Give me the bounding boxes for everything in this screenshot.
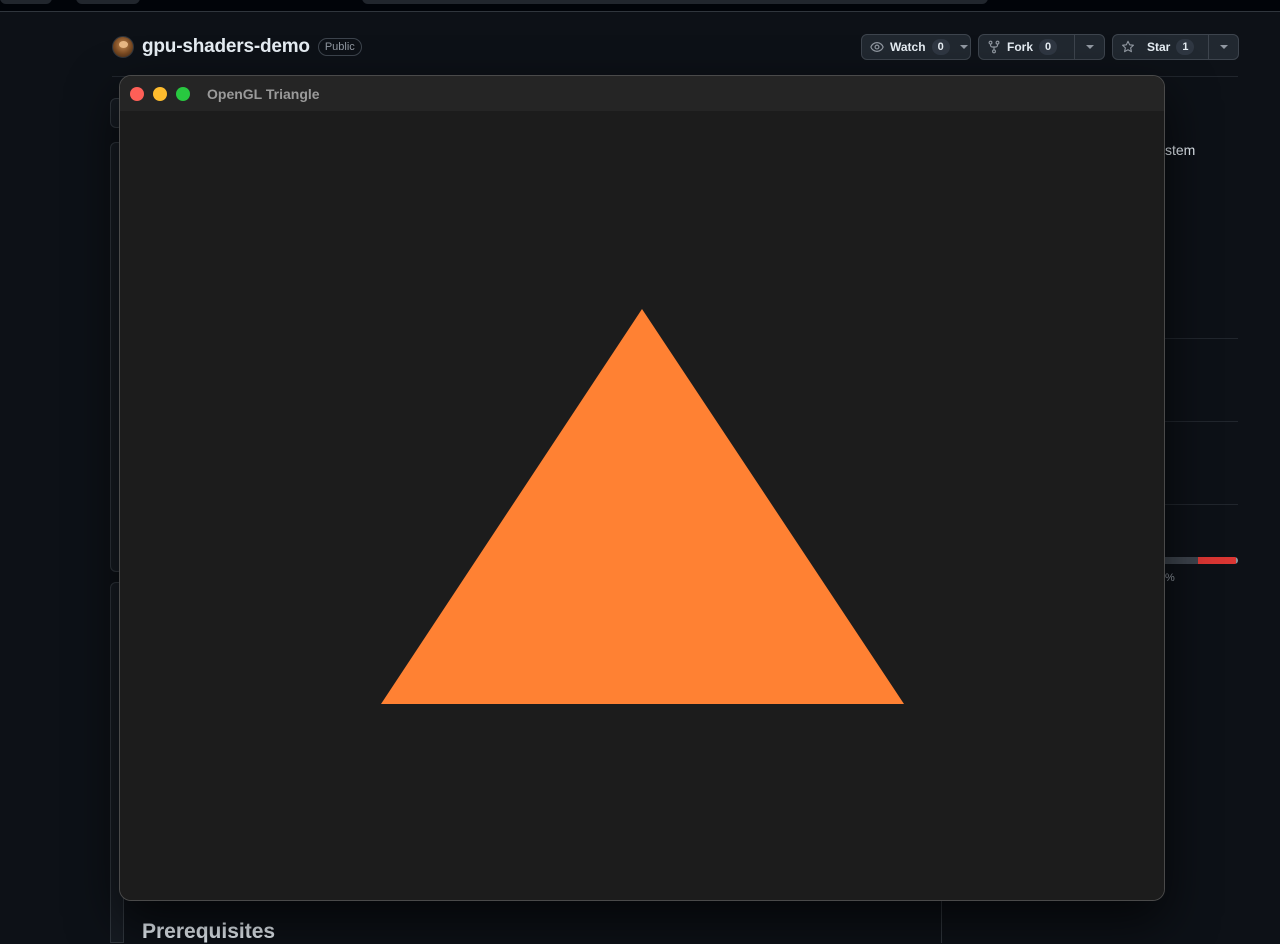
bg-readme-right-border xyxy=(941,900,942,943)
star-count: 1 xyxy=(1176,39,1195,55)
chevron-down-icon xyxy=(959,45,968,49)
fork-icon xyxy=(988,40,1000,54)
sidebar-divider xyxy=(1165,421,1238,422)
fork-count: 0 xyxy=(1039,39,1058,55)
sidebar-divider xyxy=(1165,504,1238,505)
star-dropdown[interactable] xyxy=(1208,35,1238,59)
repo-actions: Watch 0 xyxy=(861,34,971,60)
language-segment xyxy=(1165,557,1198,564)
about-text-fragment: stem xyxy=(1165,142,1196,158)
watch-button[interactable]: Watch 0 xyxy=(861,34,971,60)
chevron-down-icon xyxy=(1219,45,1228,49)
top-tab-fragment xyxy=(76,0,140,4)
close-window-button[interactable] xyxy=(130,86,144,101)
window-controls xyxy=(130,86,190,101)
fork-button[interactable]: Fork 0 xyxy=(979,35,1074,59)
window-title: OpenGL Triangle xyxy=(207,85,320,102)
orange-triangle xyxy=(381,309,904,704)
star-button[interactable]: Star 1 xyxy=(1113,35,1208,59)
language-percent-fragment: % xyxy=(1165,572,1175,584)
watch-dropdown[interactable] xyxy=(958,35,970,59)
window-titlebar[interactable]: OpenGL Triangle xyxy=(120,76,1164,111)
star-actions: Star 1 xyxy=(1112,34,1239,60)
star-button-group: Star 1 xyxy=(1112,34,1239,60)
browser-top-strip xyxy=(0,0,1280,12)
star-label: Star xyxy=(1147,40,1171,54)
eye-icon xyxy=(870,42,884,52)
star-icon xyxy=(1122,40,1134,53)
top-search-fragment xyxy=(362,0,988,4)
watch-label: Watch xyxy=(890,40,926,54)
chevron-down-icon xyxy=(1085,45,1094,49)
maximize-window-button[interactable] xyxy=(176,86,190,101)
language-segment xyxy=(1198,557,1236,564)
opengl-window[interactable]: OpenGL Triangle xyxy=(119,75,1165,901)
gl-canvas[interactable] xyxy=(120,111,1164,900)
language-segment xyxy=(1236,557,1238,564)
repo-header: gpu-shaders-demo Public xyxy=(112,34,362,60)
fork-label: Fork xyxy=(1007,40,1034,54)
fork-dropdown[interactable] xyxy=(1074,35,1104,59)
visibility-badge: Public xyxy=(317,38,362,56)
language-bar xyxy=(1165,557,1238,564)
sidebar-divider xyxy=(1165,338,1238,339)
watch-count: 0 xyxy=(931,39,950,55)
readme-heading-prerequisites: Prerequisites xyxy=(142,920,276,943)
fork-actions: Fork 0 xyxy=(978,34,1105,60)
gl-render-surface xyxy=(381,309,904,704)
top-tab-fragment xyxy=(0,0,52,4)
fork-button-group: Fork 0 xyxy=(978,34,1105,60)
repo-name[interactable]: gpu-shaders-demo xyxy=(142,36,310,58)
minimize-window-button[interactable] xyxy=(153,86,167,101)
owner-avatar[interactable] xyxy=(112,36,134,58)
